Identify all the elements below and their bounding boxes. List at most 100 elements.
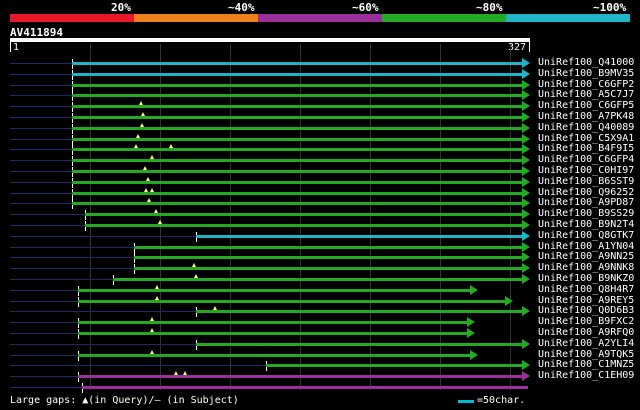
subject-name-link[interactable]: UniRef100_Q0D6B3 [538,305,634,316]
hit-bar[interactable] [85,213,524,216]
hit-bar[interactable] [78,300,508,303]
hit-bar[interactable] [196,343,524,346]
unaligned-region [10,257,134,258]
hit-bar[interactable] [72,148,524,151]
hit-bar[interactable] [113,278,524,281]
hit-bar[interactable] [72,192,524,195]
unaligned-region [10,279,113,280]
subject-name-link[interactable]: UniRef100_C1MNZ5 [538,359,634,370]
hit-bar[interactable] [78,354,473,357]
hit-arrow-icon [522,252,530,262]
subject-name-link[interactable]: UniRef100_B9SS29 [538,208,634,219]
hit-bar[interactable] [196,235,524,238]
identity-segment [506,14,630,22]
subject-name-link[interactable]: UniRef100_A2YLI4 [538,338,634,349]
hit-bar[interactable] [72,170,524,173]
identity-label: ~60% [352,1,379,14]
hit-bar[interactable] [72,62,524,65]
hit-arrow-icon [522,144,530,154]
subject-name-link[interactable]: UniRef100_B9N2T4 [538,219,634,230]
hit-bar[interactable] [72,202,524,205]
hit-bar[interactable] [72,73,524,76]
query-gap-marker [143,166,147,170]
subject-name-link[interactable]: UniRef100_Q41000 [538,57,634,68]
subject-name-link[interactable]: UniRef100_C1EH09 [538,370,634,381]
unaligned-region [10,117,72,118]
query-gap-marker [150,317,154,321]
unaligned-region [10,203,72,204]
hit-arrow-icon [522,155,530,165]
unaligned-region [10,268,134,269]
hit-bar[interactable] [72,94,524,97]
hit-arrow-icon [470,350,478,360]
subject-name-link[interactable]: UniRef100_B9MV35 [538,68,634,79]
subject-name-link[interactable]: UniRef100_C6GFP4 [538,154,634,165]
hit-row[interactable] [0,382,640,393]
identity-segment [258,14,382,22]
hit-bar[interactable] [78,289,473,292]
identity-label: ~40% [228,1,255,14]
unaligned-region [10,171,72,172]
hit-row[interactable]: UniRef100_C1EH09 [0,370,640,382]
identity-segment [382,14,506,22]
hit-bar[interactable] [134,267,524,270]
query-gap-marker [141,112,145,116]
hit-arrow-icon [522,263,530,273]
hit-arrow-icon [522,112,530,122]
query-gap-marker [155,296,159,300]
subject-name-link[interactable]: UniRef100_A9NN25 [538,251,634,262]
subject-name-link[interactable]: UniRef100_B4F9I5 [538,143,634,154]
hit-arrow-icon [522,339,530,349]
unaligned-region [10,311,196,312]
subject-name-link[interactable]: UniRef100_Q8GTK7 [538,230,634,241]
hit-arrow-icon [522,166,530,176]
subject-name-link[interactable]: UniRef100_A9RFQ0 [538,327,634,338]
subject-name-link[interactable]: UniRef100_C0HI97 [538,165,634,176]
hit-bar[interactable] [134,246,524,249]
hit-bar[interactable] [266,364,524,367]
hit-bar[interactable] [82,386,528,389]
unaligned-region [10,301,78,302]
subject-name-link[interactable]: UniRef100_A9PD87 [538,197,634,208]
hit-arrow-icon [522,177,530,187]
hit-bar[interactable] [196,310,524,313]
subject-name-link[interactable]: UniRef100_A7PK48 [538,111,634,122]
identity-label: 20% [111,1,131,14]
subject-name-link[interactable]: UniRef100_Q8H4R7 [538,284,634,295]
query-gap-marker [150,188,154,192]
hit-arrow-icon [522,134,530,144]
hit-bar[interactable] [85,224,524,227]
unaligned-region [10,365,266,366]
subject-name-link[interactable]: UniRef100_B9FXC2 [538,316,634,327]
hit-bar[interactable] [72,181,524,184]
subject-name-link[interactable]: UniRef100_B6SST9 [538,176,634,187]
query-gap-marker [139,101,143,105]
hit-bar[interactable] [72,159,524,162]
hit-bar[interactable] [72,116,524,119]
hit-bar[interactable] [134,256,524,259]
hit-bar[interactable] [78,321,470,324]
unaligned-region [10,74,72,75]
hit-bar[interactable] [72,84,524,87]
ruler-start-label: 1 [13,42,20,53]
hit-bar[interactable] [72,127,524,130]
hit-bar[interactable] [78,375,524,378]
hit-bar[interactable] [72,138,524,141]
subject-name-link[interactable]: UniRef100_Q40089 [538,122,634,133]
hit-bar[interactable] [72,105,524,108]
subject-name-link[interactable]: UniRef100_B9NKZ0 [538,273,634,284]
subject-name-link[interactable]: UniRef100_C6GFP5 [538,100,634,111]
query-gap-marker [174,371,178,375]
query-gap-marker [136,134,140,138]
hit-arrow-icon [522,80,530,90]
query-ruler [10,38,530,42]
hit-bar[interactable] [78,332,470,335]
hit-arrow-icon [522,274,530,284]
query-gap-marker [150,350,154,354]
unaligned-region [10,376,78,377]
hit-arrow-icon [522,90,530,100]
unaligned-region [10,322,78,323]
subject-name-link[interactable]: UniRef100_A9NNK8 [538,262,634,273]
query-gap-marker [154,209,158,213]
subject-name-link[interactable]: UniRef100_A5C7J7 [538,89,634,100]
